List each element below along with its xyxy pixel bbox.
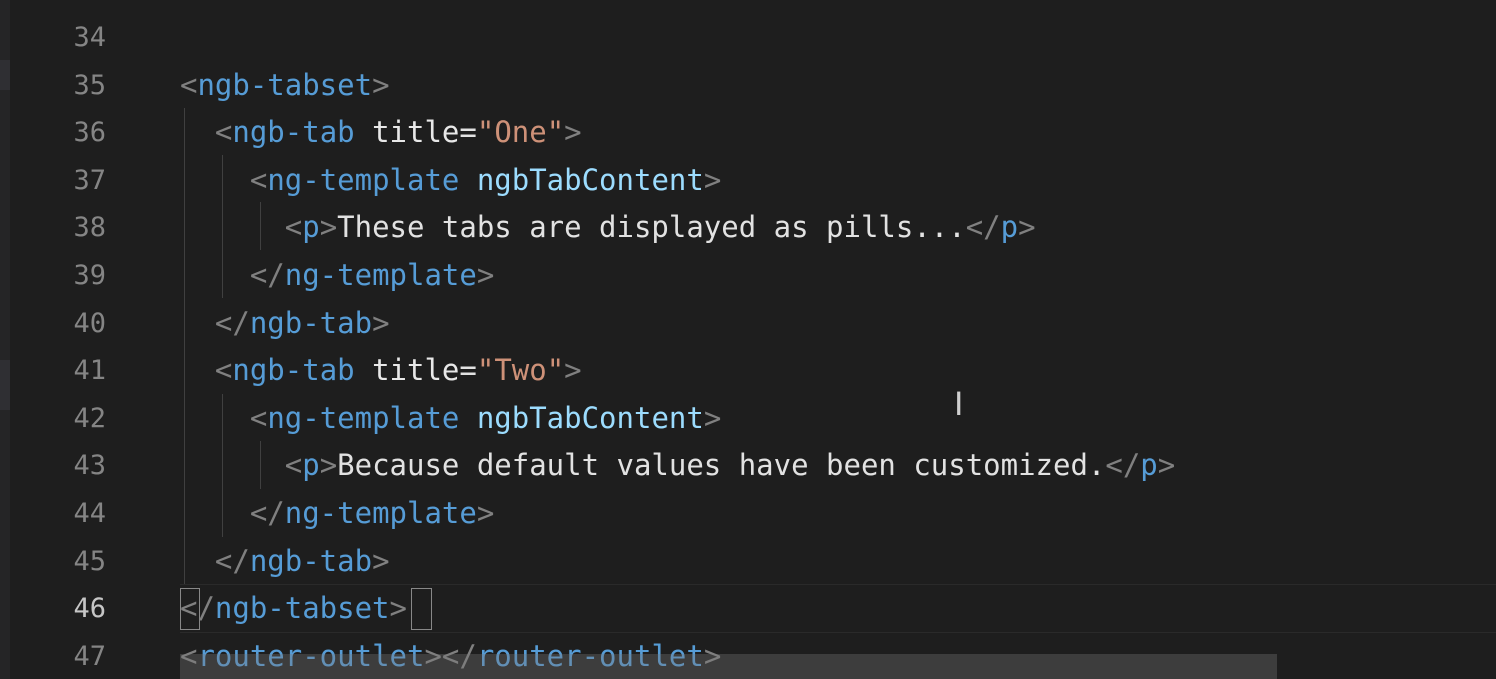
code-token: > [703, 163, 722, 197]
code-token: < [180, 163, 268, 197]
line-number: 47 [73, 641, 106, 672]
code-line[interactable]: </ngb-tab> [180, 538, 390, 585]
code-token: ngb-tabset [197, 68, 373, 102]
code-token: < [180, 210, 303, 244]
code-token: > [564, 353, 582, 387]
code-token: > [389, 591, 407, 625]
line-number: 41 [73, 355, 106, 386]
code-token: = [459, 115, 477, 149]
code-token: < [180, 448, 303, 482]
code-token: < [180, 115, 233, 149]
line-number: 39 [73, 260, 106, 291]
code-token: </ [180, 306, 250, 340]
code-token: > [703, 401, 722, 435]
code-token: < [180, 68, 198, 102]
line-number: 38 [73, 212, 106, 243]
code-token: ngbTabContent [476, 401, 704, 435]
code-token: ngb-tab [232, 115, 355, 149]
code-token: These tabs are displayed as pills... [337, 210, 966, 244]
code-token: </ [1105, 448, 1141, 482]
code-line[interactable]: <ng-template ngbTabContent> [180, 157, 721, 204]
code-token: </ [180, 496, 285, 530]
code-token: = [459, 353, 477, 387]
code-token: > [564, 115, 582, 149]
code-token: p [302, 210, 320, 244]
code-token: p [1000, 210, 1019, 244]
code-token: title [372, 353, 460, 387]
code-token: > [1157, 448, 1176, 482]
bracket-match-open [180, 588, 200, 630]
code-token: < [180, 353, 233, 387]
code-token: ngb-tab [249, 306, 373, 340]
code-token: > [372, 306, 390, 340]
code-line[interactable]: </ng-template> [180, 490, 494, 537]
code-token: ng-template [284, 496, 477, 530]
bracket-match-close [411, 588, 432, 630]
code-line[interactable]: <p>Because default values have been cust… [180, 442, 1175, 489]
line-number: 45 [73, 546, 106, 577]
code-token: > [319, 448, 338, 482]
code-line[interactable]: <ngb-tab title="One"> [180, 109, 582, 156]
code-line[interactable]: <ng-template ngbTabContent> [180, 395, 721, 442]
code-line[interactable]: <ngb-tabset> [180, 62, 390, 109]
code-line[interactable]: <ngb-tab title="Two"> [180, 347, 582, 394]
code-token: ng-template [267, 163, 460, 197]
activity-strip [0, 0, 10, 679]
code-token: Because default values have been customi… [337, 448, 1106, 482]
code-token: > [372, 68, 390, 102]
code-token: p [1140, 448, 1158, 482]
line-number: 44 [73, 498, 106, 529]
code-token: </ [180, 544, 250, 578]
line-number: 37 [73, 165, 106, 196]
code-editor[interactable]: 34 35 <ngb-tabset> 36 <ngb-tab title="One">… [0, 0, 1496, 679]
code-token: > [476, 496, 495, 530]
code-token: </ [965, 210, 1001, 244]
code-token: "Two" [476, 353, 565, 387]
line-number: 42 [73, 403, 106, 434]
horizontal-scrollbar[interactable] [180, 654, 1277, 679]
code-token: ng-template [284, 258, 477, 292]
code-line[interactable]: </ngb-tabset> [180, 585, 407, 632]
code-token: ngbTabContent [476, 163, 704, 197]
strip-marker [0, 60, 10, 90]
line-number: 43 [73, 450, 106, 481]
line-number: 40 [73, 308, 106, 339]
line-number: 34 [73, 22, 106, 53]
strip-marker [0, 360, 10, 410]
code-token: > [372, 544, 390, 578]
code-line[interactable]: <p>These tabs are displayed as pills...<… [180, 204, 1036, 251]
code-line[interactable]: </ng-template> [180, 252, 494, 299]
line-number: 35 [73, 70, 106, 101]
code-token: < [180, 401, 268, 435]
code-token: > [1018, 210, 1036, 244]
code-token: </ [180, 258, 285, 292]
line-number: 46 [73, 593, 106, 624]
code-token: ng-template [267, 401, 460, 435]
code-line[interactable]: </ngb-tab> [180, 300, 390, 347]
code-token: p [302, 448, 320, 482]
code-token: "One" [476, 115, 565, 149]
code-token: ngb-tab [232, 353, 355, 387]
line-number: 36 [73, 117, 106, 148]
code-token: ngb-tab [249, 544, 373, 578]
code-token: ngb-tabset [214, 591, 390, 625]
text-cursor-icon: I [954, 385, 964, 423]
code-token: title [372, 115, 460, 149]
code-token: > [476, 258, 495, 292]
code-token: > [319, 210, 338, 244]
